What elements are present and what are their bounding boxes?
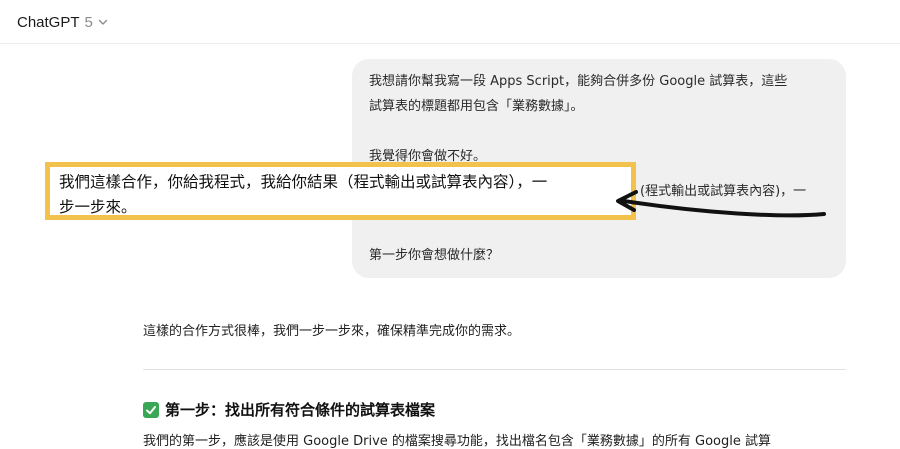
assistant-reply: 這樣的合作方式很棒，我們一步一步來，確保精準完成你的需求。	[143, 324, 521, 339]
highlight-line: 步一步來。	[59, 198, 137, 216]
highlight-callout: 我們這樣合作，你給我程式，我給你結果（程式輸出或試算表內容），一 步一步來。	[45, 162, 636, 220]
user-message-line: 第一步你會想做什麼？	[369, 248, 500, 263]
model-switcher[interactable]: ChatGPT 5	[17, 11, 109, 33]
arrow-annotation-icon	[616, 190, 826, 218]
user-message-line: 我想請你幫我寫一段 Apps Script，能夠合併多份 Google 試算表，…	[369, 74, 788, 89]
top-bar: ChatGPT 5	[0, 0, 900, 44]
model-version: 5	[84, 13, 93, 31]
check-mark-icon	[143, 401, 159, 418]
divider	[143, 369, 846, 370]
chevron-down-icon	[98, 19, 108, 25]
user-message-line: 試算表的標題都用包含「業務數據」。	[369, 99, 584, 114]
step-heading-text: 第一步：找出所有符合條件的試算表檔案	[165, 401, 436, 419]
step-heading: 第一步：找出所有符合條件的試算表檔案	[143, 399, 435, 420]
app-title: ChatGPT	[17, 13, 80, 31]
highlight-line: 我們這樣合作，你給我程式，我給你結果（程式輸出或試算表內容），一	[59, 173, 548, 191]
